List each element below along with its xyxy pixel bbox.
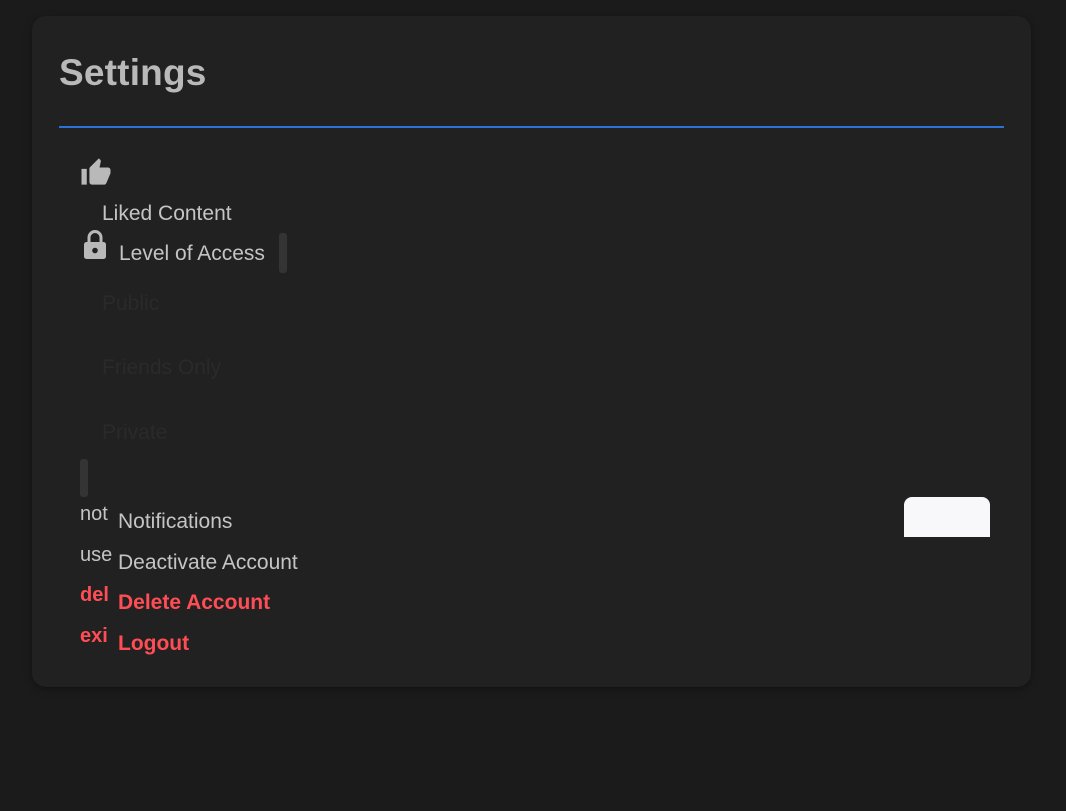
logout-key: exi	[80, 626, 108, 646]
menu-scroll-handle[interactable]	[80, 459, 88, 497]
liked-content-label[interactable]: Liked Content	[102, 203, 232, 224]
notifications-key: not	[80, 504, 108, 524]
access-option-public[interactable]: Public	[102, 293, 159, 314]
notifications-item[interactable]: Notifications	[118, 511, 232, 532]
settings-card: Settings Liked Content Level of Access P…	[32, 16, 1031, 687]
deactivate-key: use	[80, 545, 112, 565]
deactivate-account-item[interactable]: Deactivate Account	[118, 552, 298, 573]
access-option-friends-only[interactable]: Friends Only	[102, 357, 221, 378]
logout-item[interactable]: Logout	[118, 633, 189, 654]
title-divider	[59, 126, 1004, 128]
thumbs-up-icon	[80, 157, 112, 186]
access-option-private[interactable]: Private	[102, 422, 167, 443]
access-dropdown-handle[interactable]	[279, 233, 287, 273]
page-title: Settings	[59, 52, 207, 93]
delete-key: del	[80, 585, 109, 605]
lock-icon	[83, 229, 107, 260]
level-of-access-label[interactable]: Level of Access	[119, 243, 265, 264]
blank-toggle-panel[interactable]	[904, 497, 990, 537]
delete-account-item[interactable]: Delete Account	[118, 592, 270, 613]
